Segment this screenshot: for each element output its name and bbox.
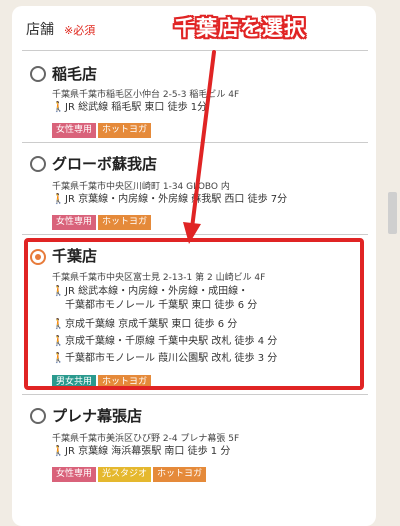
annotation-callout: 千葉店を選択 (174, 16, 306, 40)
annotation-arrow (183, 50, 216, 244)
